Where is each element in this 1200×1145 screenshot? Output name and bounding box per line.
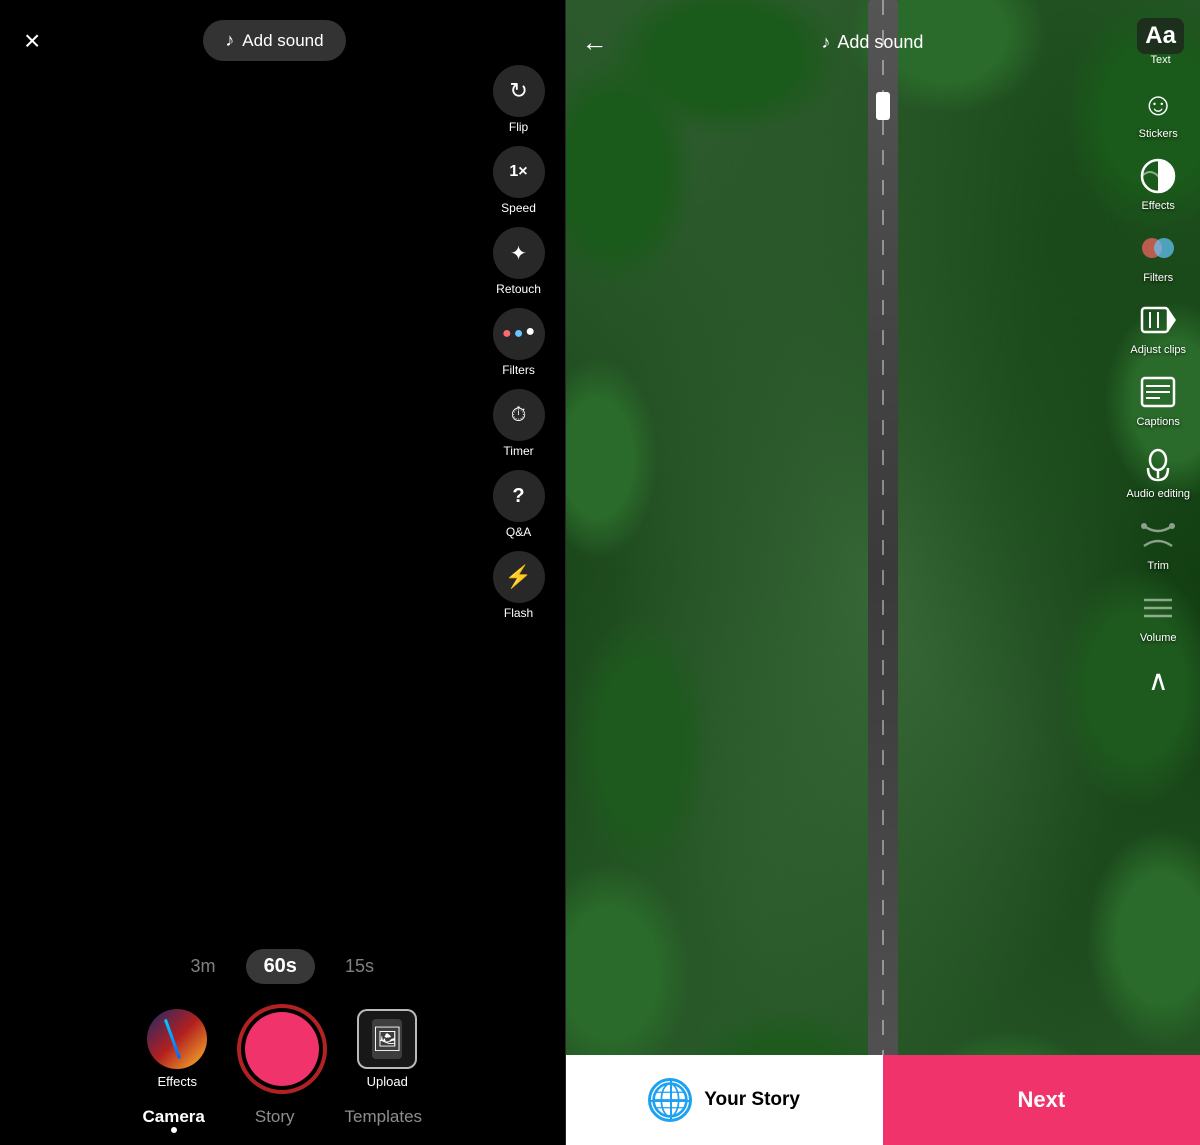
timer-label: Timer xyxy=(503,444,533,458)
right-header: ← ♪ Add sound Aa Text xyxy=(566,0,1200,76)
text-button[interactable]: Aa Text xyxy=(1137,18,1184,66)
bottom-controls: Effects 🖼 Upload xyxy=(0,994,565,1099)
filters-icon-right xyxy=(1134,224,1182,272)
bottom-tabs: Camera Story Templates xyxy=(0,1099,565,1133)
trim-label: Trim xyxy=(1147,560,1169,572)
record-button-inner[interactable] xyxy=(245,1012,319,1086)
next-button[interactable]: Next xyxy=(883,1055,1200,1145)
collapse-icon: ∧ xyxy=(1134,656,1182,704)
story-globe-icon xyxy=(648,1078,692,1122)
filters-label-right: Filters xyxy=(1143,272,1173,284)
effects-tool[interactable]: Effects xyxy=(1134,152,1182,212)
effects-icon xyxy=(147,1009,207,1069)
captions-icon xyxy=(1134,368,1182,416)
retouch-icon-item[interactable]: ✦ Retouch xyxy=(493,227,545,296)
duration-3m[interactable]: 3m xyxy=(191,956,216,977)
speed-label: Speed xyxy=(501,201,536,215)
record-button-outer[interactable] xyxy=(237,1004,327,1094)
effects-icon-right xyxy=(1134,152,1182,200)
effects-button[interactable]: Effects xyxy=(147,1009,207,1089)
volume-tool[interactable]: Volume xyxy=(1134,584,1182,644)
flash-icon-item[interactable]: ⚡ Flash xyxy=(493,551,545,620)
left-header: × ♪ Add sound xyxy=(0,0,565,71)
music-note-icon: ♪ xyxy=(225,30,234,51)
effects-label: Effects xyxy=(158,1074,198,1089)
flip-label: Flip xyxy=(509,120,528,134)
volume-label: Volume xyxy=(1140,632,1177,644)
car xyxy=(876,92,890,120)
duration-selector: 3m 60s 15s xyxy=(0,939,565,994)
upload-icon: 🖼 xyxy=(357,1009,417,1069)
right-tools: ☺ Stickers Effects Filters xyxy=(1126,80,1190,712)
right-panel: ← ♪ Add sound Aa Text ☺ Stickers xyxy=(566,0,1200,1145)
collapse-tool[interactable]: ∧ xyxy=(1134,656,1182,704)
forest-background xyxy=(566,0,1200,1145)
stickers-icon: ☺ xyxy=(1134,80,1182,128)
add-sound-button-left[interactable]: ♪ Add sound xyxy=(203,20,345,61)
upload-button[interactable]: 🖼 Upload xyxy=(357,1009,417,1089)
tab-templates[interactable]: Templates xyxy=(345,1107,422,1133)
trim-tool[interactable]: Trim xyxy=(1134,512,1182,572)
effects-label-right: Effects xyxy=(1141,200,1174,212)
timer-icon: ⏱ xyxy=(493,389,545,441)
stickers-tool[interactable]: ☺ Stickers xyxy=(1134,80,1182,140)
tab-story[interactable]: Story xyxy=(255,1107,295,1133)
flip-icon: ↻ xyxy=(493,65,545,117)
close-button[interactable]: × xyxy=(24,27,40,55)
aa-label: Aa xyxy=(1137,18,1184,54)
upload-label: Upload xyxy=(367,1074,408,1089)
qa-icon-item[interactable]: ? Q&A xyxy=(493,470,545,539)
adjust-clips-icon xyxy=(1134,296,1182,344)
captions-tool[interactable]: Captions xyxy=(1134,368,1182,428)
filters-tool[interactable]: Filters xyxy=(1134,224,1182,284)
road xyxy=(868,0,898,1145)
adjust-clips-tool[interactable]: Adjust clips xyxy=(1130,296,1186,356)
audio-editing-label: Audio editing xyxy=(1126,488,1190,500)
volume-icon xyxy=(1134,584,1182,632)
stickers-label: Stickers xyxy=(1139,128,1178,140)
duration-15s[interactable]: 15s xyxy=(345,956,374,977)
retouch-icon: ✦ xyxy=(493,227,545,279)
camera-preview xyxy=(0,71,565,939)
filters-label-left: Filters xyxy=(502,363,535,377)
back-button[interactable]: ← xyxy=(582,27,608,58)
speed-icon: 1× xyxy=(493,146,545,198)
filters-icon-left: ● ● ● xyxy=(493,308,545,360)
duration-60s[interactable]: 60s xyxy=(246,949,315,984)
music-note-icon-right: ♪ xyxy=(821,32,830,53)
filters-icon-item-left[interactable]: ● ● ● Filters xyxy=(493,308,545,377)
tab-camera[interactable]: Camera xyxy=(142,1107,204,1133)
timer-icon-item[interactable]: ⏱ Timer xyxy=(493,389,545,458)
qa-icon: ? xyxy=(493,470,545,522)
audio-editing-tool[interactable]: Audio editing xyxy=(1126,440,1190,500)
flash-icon: ⚡ xyxy=(493,551,545,603)
adjust-clips-label: Adjust clips xyxy=(1130,344,1186,356)
audio-editing-icon xyxy=(1134,440,1182,488)
right-icon-strip: ↻ Flip 1× Speed ✦ Retouch ● ● ● Filters … xyxy=(493,65,545,630)
retouch-label: Retouch xyxy=(496,282,541,296)
trim-icon xyxy=(1134,512,1182,560)
captions-label: Captions xyxy=(1136,416,1179,428)
qa-label: Q&A xyxy=(506,525,531,539)
left-panel: × ♪ Add sound ↻ Flip 1× Speed ✦ Retouch … xyxy=(0,0,565,1145)
your-story-button[interactable]: Your Story xyxy=(566,1055,883,1145)
right-bottom-bar: Your Story Next xyxy=(566,1055,1200,1145)
your-story-text: Your Story xyxy=(704,1089,800,1111)
add-sound-button-right[interactable]: ♪ Add sound xyxy=(821,32,923,53)
flip-icon-item[interactable]: ↻ Flip xyxy=(493,65,545,134)
speed-icon-item[interactable]: 1× Speed xyxy=(493,146,545,215)
flash-label: Flash xyxy=(504,606,533,620)
text-label: Text xyxy=(1151,54,1171,66)
